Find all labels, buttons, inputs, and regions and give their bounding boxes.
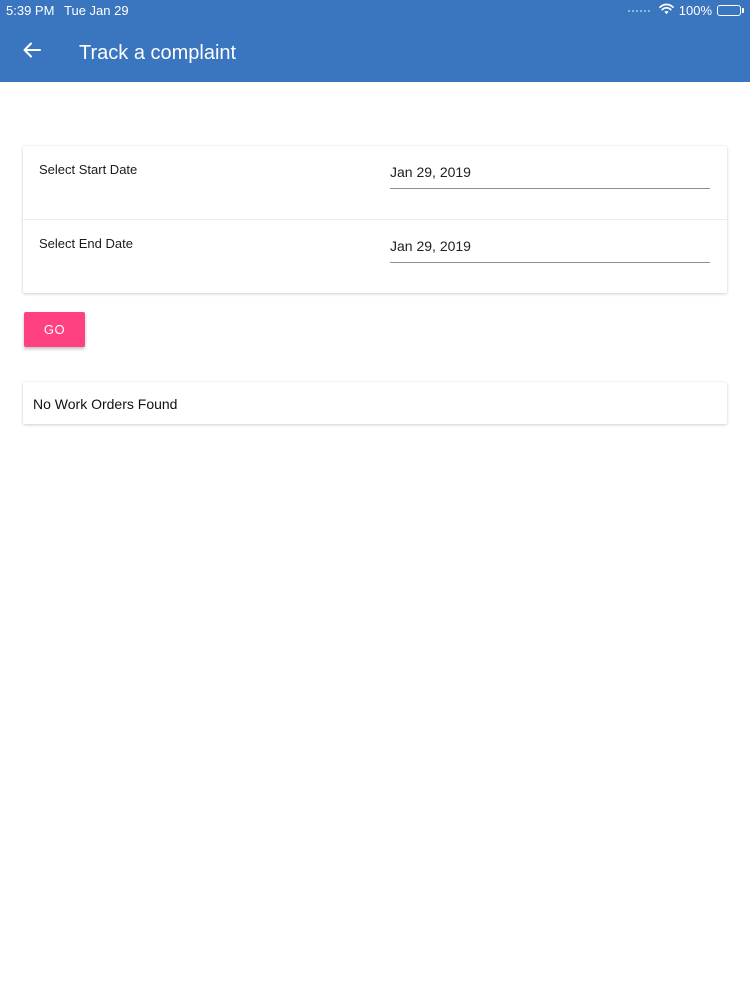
page-title: Track a complaint — [79, 42, 237, 64]
no-results-message: No Work Orders Found — [33, 396, 178, 412]
go-button[interactable]: GO — [24, 312, 85, 347]
battery-percent: 100% — [678, 3, 712, 18]
end-date-row: Select End Date Jan 29, 2019 — [23, 220, 727, 293]
arrow-left-icon — [23, 42, 41, 63]
end-date-value: Jan 29, 2019 — [390, 238, 471, 254]
end-date-field[interactable]: Jan 29, 2019 — [390, 230, 710, 263]
status-time: 5:39 PM — [6, 3, 55, 18]
start-date-field[interactable]: Jan 29, 2019 — [390, 156, 710, 189]
results-card: No Work Orders Found — [23, 382, 727, 424]
app-bar: 5:39 PM Tue Jan 29 100% Track a complain… — [0, 0, 750, 82]
start-date-row: Select Start Date Jan 29, 2019 — [23, 146, 727, 220]
date-range-card: Select Start Date Jan 29, 2019 Select En… — [23, 146, 727, 293]
end-date-label: Select End Date — [39, 236, 133, 251]
back-button[interactable] — [18, 38, 46, 66]
signal-dots-icon — [627, 9, 650, 12]
app-screen: 5:39 PM Tue Jan 29 100% Track a complain… — [0, 0, 750, 1000]
start-date-label: Select Start Date — [39, 162, 138, 177]
start-date-value: Jan 29, 2019 — [390, 164, 471, 180]
status-indicators: 100% — [627, 3, 744, 18]
status-date: Tue Jan 29 — [64, 3, 129, 18]
status-bar: 5:39 PM Tue Jan 29 100% — [0, 0, 750, 22]
battery-icon — [717, 5, 744, 16]
wifi-icon — [658, 3, 674, 18]
